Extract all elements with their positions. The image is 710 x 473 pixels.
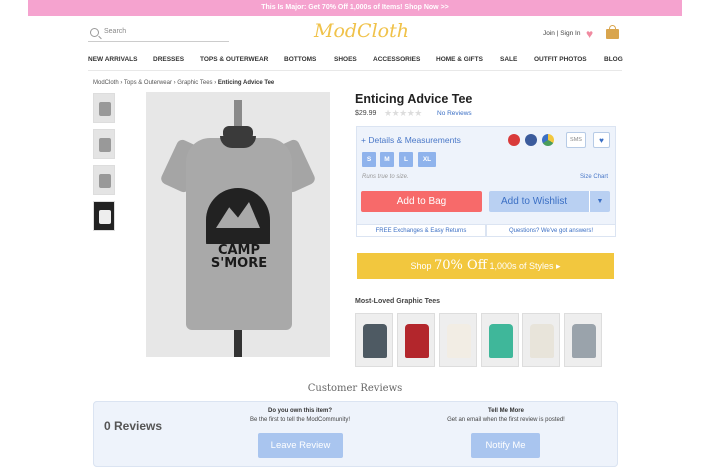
size-s[interactable]: S [362,152,376,167]
promo-suffix: 1,000s of Styles ▸ [489,261,561,271]
fit-note: Runs true to size. [362,174,409,180]
tell-me-more-heading: Tell Me More [488,408,524,414]
nav-shoes[interactable]: SHOES [334,56,357,63]
favorite-heart-icon[interactable]: ♥ [593,132,610,148]
nav-tops-outerwear[interactable]: TOPS & OUTERWEAR [200,56,268,63]
product-price: $29.99 [355,110,377,117]
most-loved-item[interactable] [481,313,519,367]
pinterest-icon[interactable] [508,134,520,146]
site-logo[interactable]: ModCloth [314,20,409,42]
most-loved-item[interactable] [355,313,393,367]
own-item-sub: Be the first to tell the ModCommunity! [249,417,351,423]
mannequin-pole [234,330,242,357]
product-main-image[interactable]: CAMP S'MORE [146,92,330,357]
rating-stars: ★★★★★ [384,108,422,118]
most-loved-item[interactable] [439,313,477,367]
breadcrumb-home[interactable]: ModCloth [93,80,119,86]
size-l[interactable]: L [399,152,413,167]
facebook-icon[interactable] [525,134,537,146]
promo-highlight: 70% Off [434,258,487,273]
search-icon [90,28,99,37]
most-loved-item[interactable] [397,313,435,367]
add-to-bag-button[interactable]: Add to Bag [361,191,482,212]
most-loved-item[interactable] [522,313,560,367]
promo-banner[interactable]: This Is Major: Get 70% Off 1,000s of Ite… [28,0,682,16]
details-measurements-toggle[interactable]: + Details & Measurements [361,135,461,145]
wishlist-dropdown-icon[interactable]: ▼ [589,191,610,212]
customer-reviews-title: Customer Reviews [307,383,403,394]
review-count: 0 Reviews [104,419,163,433]
nav-home-gifts[interactable]: HOME & GIFTS [436,56,483,63]
wishlist-label: Add to Wishlist [501,196,568,207]
nav-accessories[interactable]: ACCESSORIES [373,56,420,63]
breadcrumb-graphic-tees[interactable]: Graphic Tees [177,80,212,86]
nav-sale[interactable]: SALE [500,56,517,63]
own-item-question: Do you own this item? [268,408,332,414]
breadcrumb-tops[interactable]: Tops & Outerwear [124,80,172,86]
most-loved-item[interactable] [564,313,602,367]
nav-outfit-photos[interactable]: OUTFIT PHOTOS [534,56,587,63]
free-exchanges-link[interactable]: FREE Exchanges & Easy Returns [356,224,486,237]
search-placeholder: Search [104,28,127,35]
leave-review-button[interactable]: Leave Review [258,433,343,458]
no-reviews-link[interactable]: No Reviews [437,110,472,117]
search-input[interactable]: Search [88,26,229,42]
thumbnail-side[interactable] [93,129,115,159]
notify-me-button[interactable]: Notify Me [471,433,540,458]
size-m[interactable]: M [380,152,394,167]
promo-prefix: Shop [410,261,432,271]
join-sign-in-link[interactable]: Join | Sign In [543,30,580,37]
heart-icon[interactable]: ♥ [586,28,593,40]
mannequin-stand [234,100,242,128]
questions-link[interactable]: Questions? We've got answers! [486,224,616,237]
tell-me-more-sub: Get an email when the first review is po… [447,417,565,423]
nav-dresses[interactable]: DRESSES [153,56,184,63]
thumbnail-graphic-detail[interactable] [93,201,115,231]
thumbnail-front[interactable] [93,93,115,123]
nav-bottoms[interactable]: BOTTOMS [284,56,316,63]
size-chart-link[interactable]: Size Chart [580,174,608,180]
add-to-wishlist-button[interactable]: Add to Wishlist ▼ [489,191,610,212]
site-header: Search ModCloth Join | Sign In ♥ [88,20,622,50]
nav-divider [88,70,622,71]
shop-sale-banner[interactable]: Shop 70% Off 1,000s of Styles ▸ [357,253,614,279]
size-xl[interactable]: XL [418,152,436,167]
main-nav: NEW ARRIVALS DRESSES TOPS & OUTERWEAR BO… [88,56,623,68]
most-loved-title: Most-Loved Graphic Tees [355,298,441,305]
breadcrumb: ModCloth › Tops & Outerwear › Graphic Te… [93,80,275,86]
shopping-bag-icon[interactable] [606,25,619,39]
nav-blog[interactable]: BLOG [604,56,623,63]
thumbnail-back[interactable] [93,165,115,195]
tee-graphic-text: CAMP S'MORE [204,244,274,270]
nav-new-arrivals[interactable]: NEW ARRIVALS [88,56,137,63]
sms-button[interactable]: SMS [566,132,586,148]
breadcrumb-current: Enticing Advice Tee [217,80,275,86]
share-icon[interactable] [542,134,554,146]
product-title: Enticing Advice Tee [355,92,473,106]
